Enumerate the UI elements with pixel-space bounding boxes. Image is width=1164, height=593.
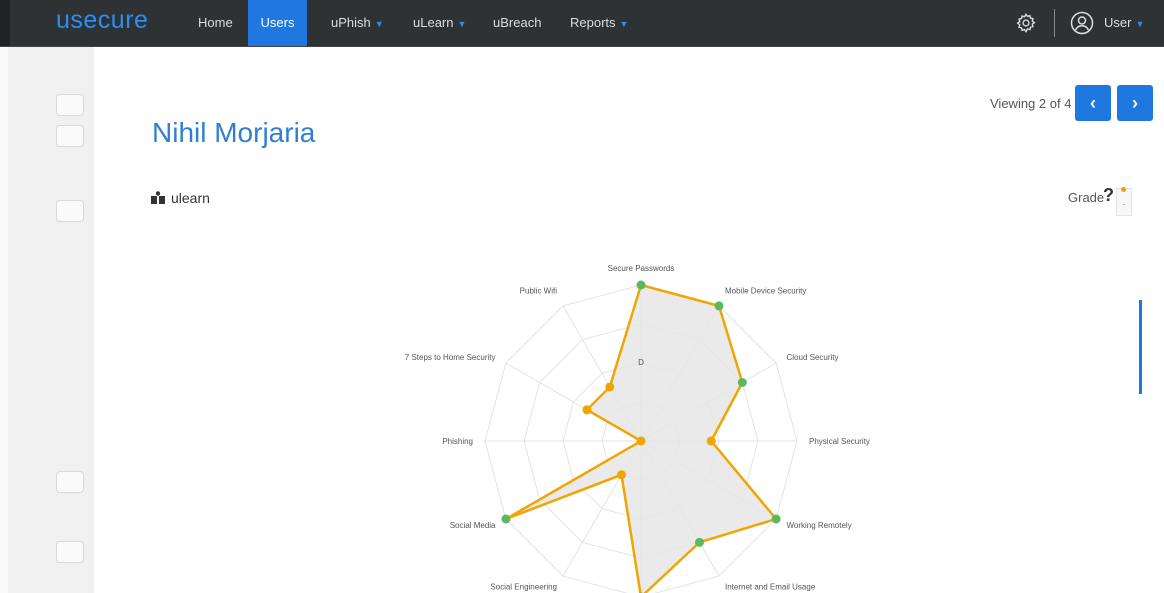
radar-point-physical-security <box>706 436 716 446</box>
radar-axis-label: Physical Security <box>809 437 870 446</box>
radar-axis-label: Social Engineering <box>490 582 557 591</box>
radar-point-phishing <box>636 436 646 446</box>
radar-axis-label: 7 Steps to Home Security <box>405 353 496 362</box>
radar-point-social-engineering <box>617 470 626 480</box>
radar-center-label: D <box>638 358 644 367</box>
radar-point-secure-passwords <box>636 280 646 290</box>
radar-point-social-media <box>501 514 511 524</box>
radar-point-cloud-security <box>737 378 747 387</box>
skills-radar-chart: D Secure Passwords Mobile Device Security C… <box>405 264 870 593</box>
radar-axis-label: Working Remotely <box>786 521 851 530</box>
radar-point-mobile-device-security <box>714 301 724 311</box>
radar-axis-label: Mobile Device Security <box>725 287 806 296</box>
radar-axis-label: Phishing <box>442 437 473 446</box>
radar-axis-label: Social Media <box>450 521 496 530</box>
radar-point-7-steps-to-home-security <box>582 405 592 415</box>
radar-axis-label: Internet and Email Usage <box>725 582 816 591</box>
radar-point-internet-and-email-usage <box>695 537 704 547</box>
radar-axis-label: Public Wifi <box>520 287 558 296</box>
radar-point-working-remotely <box>771 514 781 524</box>
radar-axis-label: Cloud Security <box>786 353 838 362</box>
radar-point-public-wifi <box>605 382 615 392</box>
radar-axis-label: Secure Passwords <box>608 264 675 273</box>
